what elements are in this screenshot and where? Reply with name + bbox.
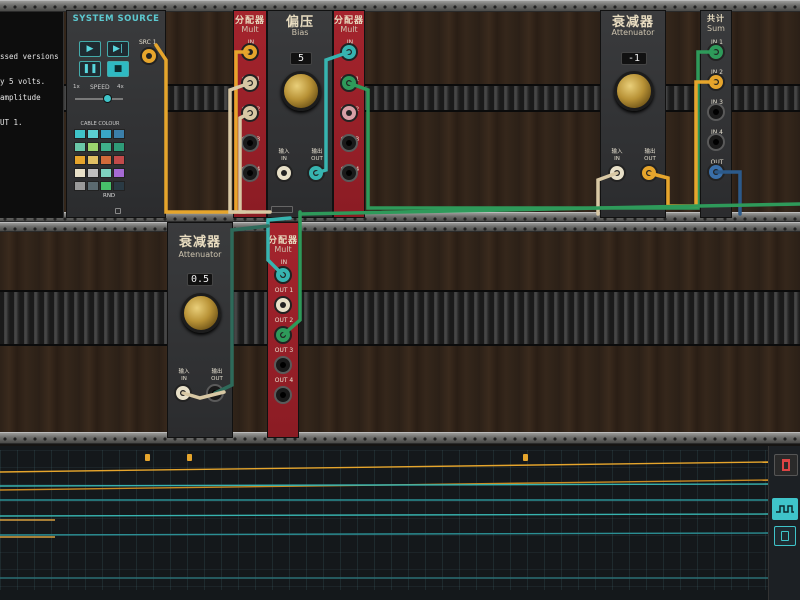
timeline-traces	[0, 454, 768, 579]
waveform-icon[interactable]	[772, 498, 798, 520]
trace-teal-4	[0, 532, 768, 536]
cable-green-mult3-out	[281, 210, 302, 337]
cable-green-mult2-to-sum	[347, 50, 718, 210]
workspace: ssed versions y 5 volts. amplitude UT 1.…	[0, 0, 800, 600]
timeline-marker[interactable]	[187, 454, 192, 461]
cable-orange-att-to-sum	[647, 80, 718, 208]
cable-blue-sum-out	[714, 170, 742, 216]
cable-orange-src-to-mult	[154, 43, 250, 214]
trace-orange-1	[0, 461, 768, 473]
trace-teal-3	[0, 513, 768, 517]
device-icon[interactable]	[774, 526, 796, 546]
cable-teal-bias-to-mult2	[314, 50, 351, 175]
timeline-marker[interactable]	[145, 454, 150, 461]
timeline-marker[interactable]	[523, 454, 528, 461]
timeline-panel[interactable]	[0, 446, 800, 600]
trash-icon[interactable]	[774, 454, 798, 476]
cable-cream-mult-out2	[238, 111, 272, 214]
cable-green-att2	[213, 224, 270, 395]
cable-teal-mult3-in	[266, 216, 292, 277]
cable-cream-att2-in	[181, 390, 226, 400]
